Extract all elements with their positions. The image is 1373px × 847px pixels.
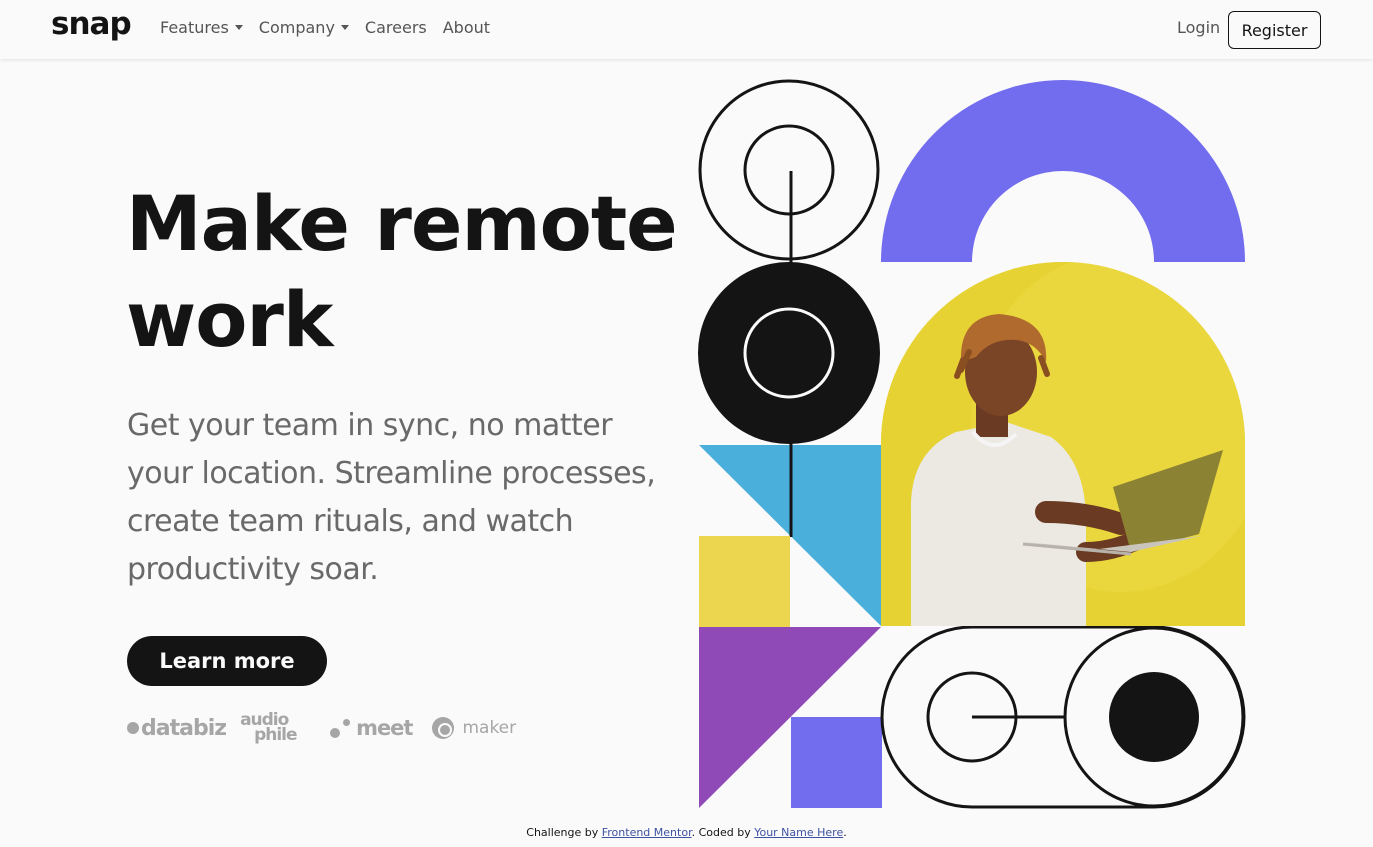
- nav-item-careers-label: Careers: [364, 18, 427, 37]
- black-circle: [698, 262, 880, 444]
- register-button[interactable]: Register: [1228, 11, 1321, 49]
- outline-pill: [880, 625, 1246, 809]
- databiz-text: databiz: [141, 715, 227, 741]
- hero-title-line-2: work: [126, 275, 333, 364]
- top-navbar: snap Features Company Careers About Logi…: [0, 0, 1373, 59]
- snap-logo[interactable]: snap: [51, 6, 132, 42]
- meet-dot-icon: [330, 728, 341, 738]
- person-with-laptop-illustration: [881, 262, 1245, 626]
- maker-mark-icon: [432, 717, 455, 739]
- caret-down-icon: [340, 25, 349, 30]
- hero-title-line-1: Make remote: [126, 179, 678, 268]
- caret-down-icon: [234, 25, 243, 30]
- nav-item-about-label: About: [442, 18, 491, 37]
- meet-dot-small-icon: [343, 718, 351, 726]
- hero-title: Make remote work: [126, 176, 706, 368]
- learn-more-button[interactable]: Learn more: [127, 636, 327, 686]
- nav-item-company[interactable]: Company: [259, 18, 349, 37]
- yellow-square: [699, 536, 790, 627]
- purple-square: [791, 717, 882, 808]
- databiz-dot-icon: [127, 722, 139, 734]
- frontend-mentor-link[interactable]: Frontend Mentor: [602, 826, 692, 839]
- audiophile-logo: audio phile: [240, 712, 316, 745]
- hero-subtitle: Get your team in sync, no matter your lo…: [127, 408, 656, 587]
- login-link[interactable]: Login: [1177, 18, 1220, 37]
- meet-logo: meet: [330, 716, 413, 740]
- maker-text: maker: [462, 718, 517, 738]
- nav-item-about[interactable]: About: [443, 18, 490, 37]
- footer-suffix: .: [843, 826, 847, 839]
- nav-item-careers[interactable]: Careers: [365, 18, 427, 37]
- nav-item-features[interactable]: Features: [160, 18, 243, 37]
- footer-middle: . Coded by: [691, 826, 755, 839]
- purple-half-ring: [881, 80, 1245, 262]
- audiophile-text-2: phile: [254, 725, 297, 745]
- nav-item-company-label: Company: [258, 18, 335, 37]
- footer-prefix: Challenge by: [526, 826, 602, 839]
- maker-logo: maker: [430, 715, 516, 741]
- primary-nav: Features Company Careers About: [160, 18, 490, 37]
- databiz-logo: databiz: [127, 715, 227, 741]
- attribution-footer: Challenge by Frontend Mentor. Coded by Y…: [0, 826, 1373, 839]
- nav-item-features-label: Features: [160, 18, 229, 37]
- author-link[interactable]: Your Name Here: [754, 826, 843, 839]
- meet-text: meet: [356, 716, 413, 740]
- client-logos: databiz audio phile meet maker: [127, 708, 516, 748]
- outline-circle-top: [698, 79, 880, 261]
- hero-photo: [881, 262, 1245, 626]
